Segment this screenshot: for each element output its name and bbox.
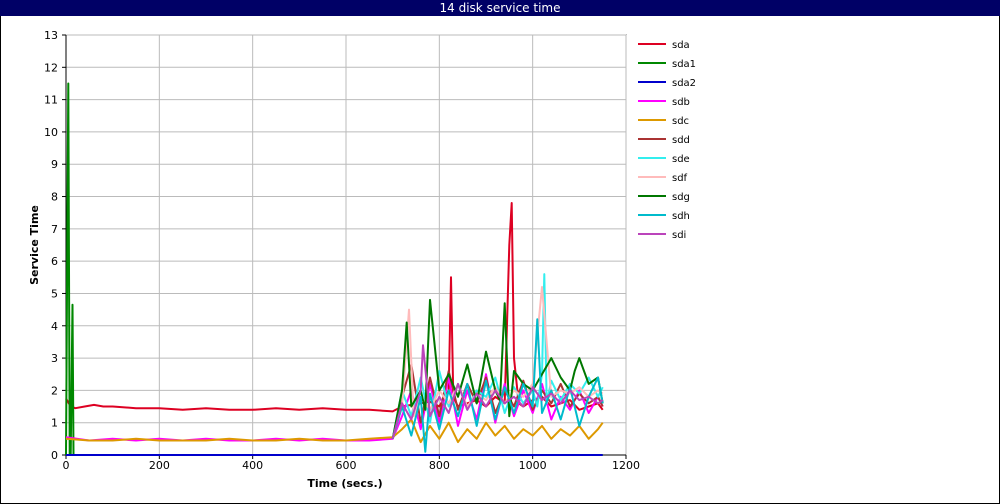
- y-tick-label: 11: [44, 94, 58, 107]
- legend-label-sda2: sda2: [672, 78, 696, 89]
- legend-label-sda1: sda1: [672, 59, 696, 70]
- y-tick-label: 2: [51, 384, 58, 397]
- legend: sda sda1 sda2 sdb sdc sdd sde sdf sdg sdh sdi: [638, 40, 696, 241]
- x-tick-label: 0: [63, 459, 70, 472]
- y-tick-label: 8: [51, 191, 58, 204]
- y-tick-label: 12: [44, 61, 58, 74]
- y-axis-label: Service Time: [28, 205, 41, 285]
- y-tick-label: 10: [44, 126, 58, 139]
- y-tick-label: 1: [51, 417, 58, 430]
- chart: 0 200 400 600 800 1000 1200012345678910111213 …: [28, 29, 696, 490]
- legend-label-sda: sda: [672, 40, 690, 51]
- legend-label-sdg: sdg: [672, 192, 690, 203]
- y-tick-label: 6: [51, 255, 58, 268]
- x-axis-label: Time (secs.): [307, 477, 382, 490]
- x-tick-label: 1200: [612, 459, 640, 472]
- legend-label-sdh: sdh: [672, 211, 690, 222]
- legend-label-sde: sde: [672, 154, 690, 165]
- y-tick-label: 3: [51, 352, 58, 365]
- y-tick-label: 4: [51, 320, 58, 333]
- legend-label-sdc: sdc: [672, 116, 689, 127]
- x-tick-label: 200: [149, 459, 170, 472]
- legend-label-sdf: sdf: [672, 173, 688, 184]
- y-tick-label: 7: [51, 223, 58, 236]
- y-tick-label: 9: [51, 158, 58, 171]
- y-tick-label: 5: [51, 287, 58, 300]
- y-tick-label: 0: [51, 449, 58, 462]
- legend-label-sdd: sdd: [672, 135, 690, 146]
- y-tick-label: 13: [44, 29, 58, 42]
- x-tick-label: 800: [429, 459, 450, 472]
- legend-label-sdi: sdi: [672, 230, 686, 241]
- x-tick-label: 1000: [519, 459, 547, 472]
- x-tick-label: 600: [336, 459, 357, 472]
- x-tick-label: 400: [242, 459, 263, 472]
- legend-label-sdb: sdb: [672, 97, 690, 108]
